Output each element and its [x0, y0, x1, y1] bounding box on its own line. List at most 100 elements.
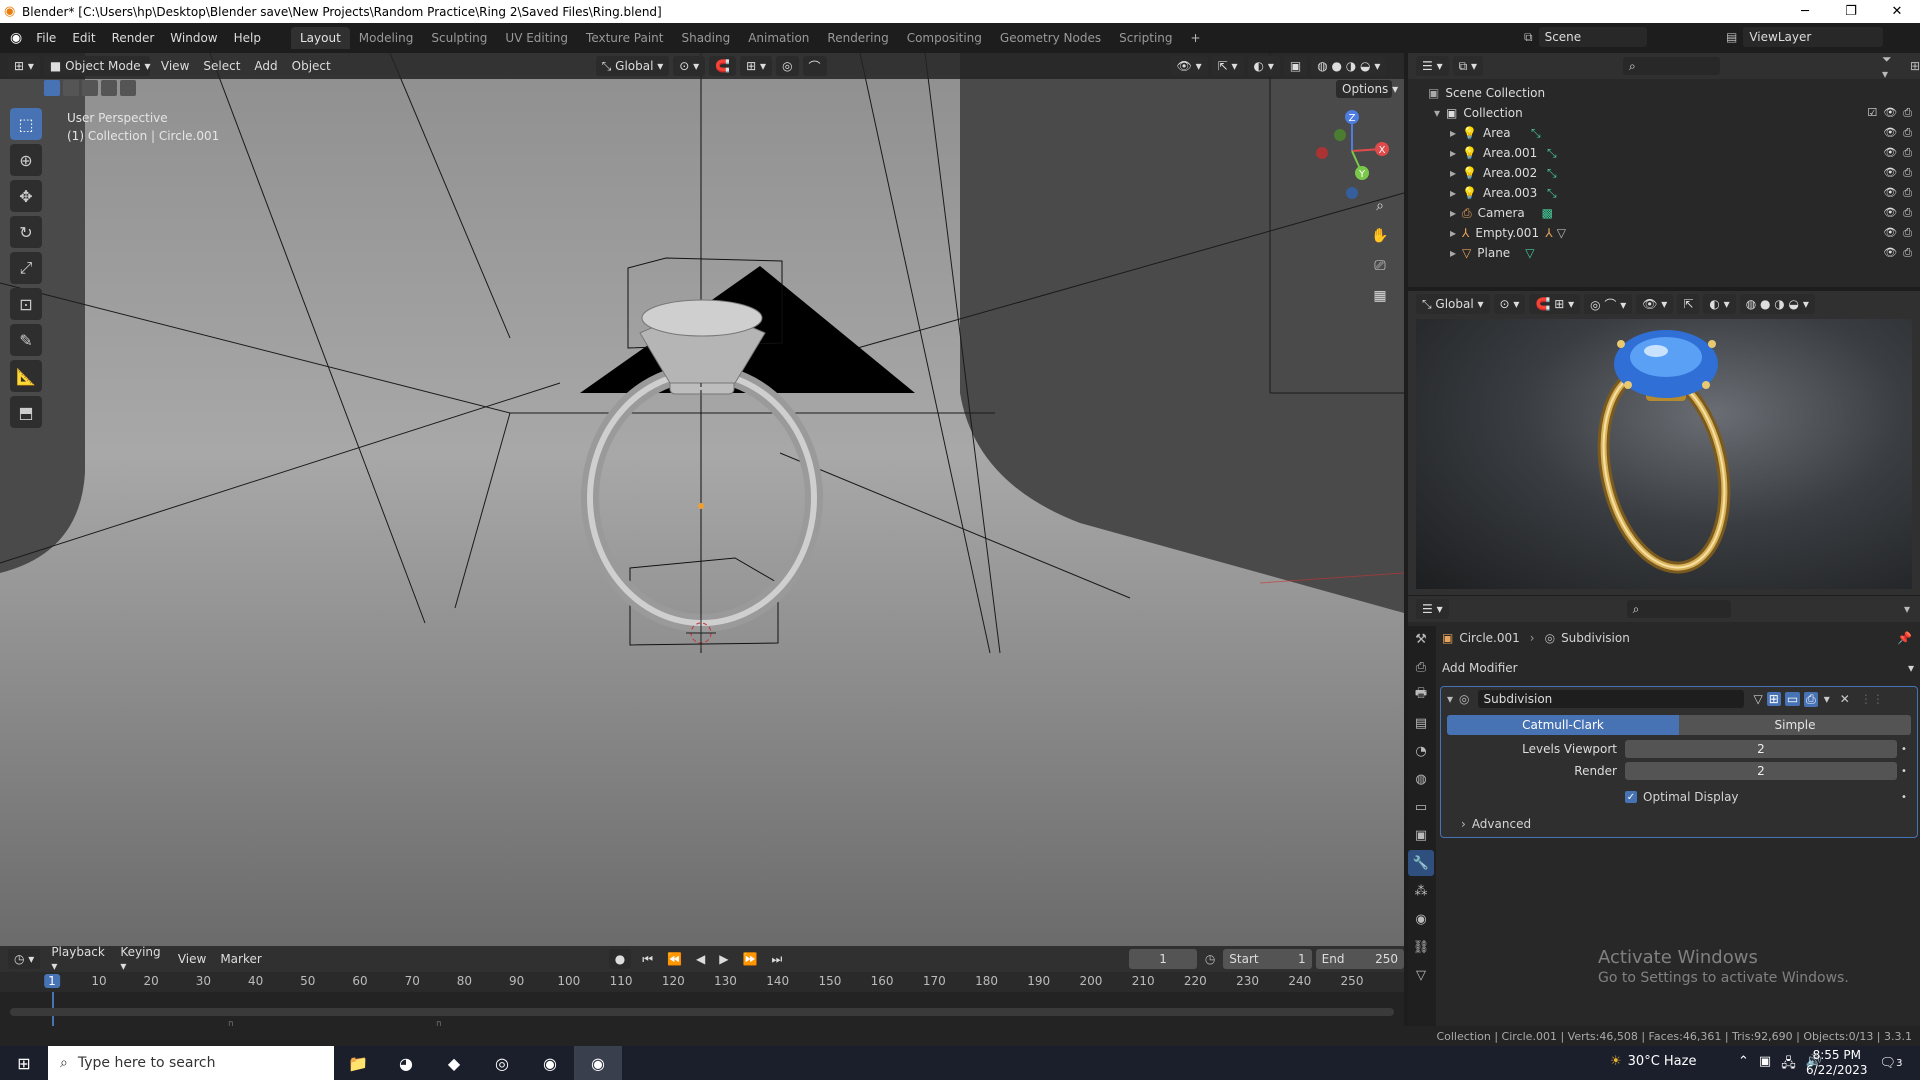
tab-rendering[interactable]: Rendering	[818, 27, 897, 49]
eye-icon[interactable]: 👁	[1883, 166, 1897, 180]
menu-file[interactable]: File	[28, 31, 64, 45]
select-subtract-icon[interactable]	[82, 80, 98, 96]
pivot-point-button[interactable]: ⊙ ▾	[1493, 294, 1526, 314]
levels-viewport-field[interactable]: 2	[1625, 740, 1897, 758]
world-tab-icon[interactable]: ◍	[1408, 766, 1434, 792]
jump-keyframe-forward-icon[interactable]: ⏩	[736, 952, 765, 966]
expand-chevron-icon[interactable]: ▾	[1434, 106, 1440, 120]
camera-icon[interactable]: ⎙	[1903, 206, 1912, 220]
camera-icon[interactable]: ⎙	[1903, 126, 1912, 140]
snap-target-button[interactable]: ⊞ ▾	[740, 56, 773, 76]
keyframe-dot-icon[interactable]: •	[1897, 792, 1911, 803]
keyframe-dot-icon[interactable]: •	[1897, 766, 1911, 777]
start-frame-field[interactable]: Start 1	[1223, 949, 1312, 969]
jump-end-icon[interactable]: ⏭	[764, 952, 789, 967]
blender-menu-icon[interactable]: ◉	[10, 30, 22, 46]
close-button[interactable]: ✕	[1874, 0, 1920, 23]
gizmo-toggle[interactable]: ⇱	[1677, 294, 1700, 314]
tab-modeling[interactable]: Modeling	[350, 27, 423, 49]
move-tool-icon[interactable]: ✥	[10, 180, 42, 212]
modifier-tab-icon[interactable]: 🔧	[1408, 850, 1434, 876]
expand-icon[interactable]: ▸	[1450, 186, 1456, 200]
tab-compositing[interactable]: Compositing	[898, 27, 991, 49]
camera-view-icon[interactable]: ⎚	[1367, 253, 1393, 279]
view-layer-field[interactable]: ViewLayer	[1743, 27, 1884, 47]
app-icon[interactable]: ◆	[430, 1046, 478, 1080]
particles-tab-icon[interactable]: ⁂	[1408, 878, 1434, 904]
timeline-ruler[interactable]: 1 10 20 30 40 50 60 70 80 90 100 110 120 130 140 150 160…	[0, 972, 1404, 1028]
editor-type-button[interactable]: ⊞ ▾	[8, 56, 40, 76]
rendered-ring-image[interactable]	[1416, 319, 1912, 589]
drag-handle-icon[interactable]: ⋮⋮	[1860, 692, 1884, 706]
eye-icon[interactable]: 👁	[1883, 186, 1897, 200]
camera-icon[interactable]: ⎙	[1903, 146, 1912, 160]
properties-editor-type-button[interactable]: ☰ ▾	[1416, 599, 1449, 619]
outliner-editor-type-button[interactable]: ☰ ▾	[1416, 56, 1449, 76]
chrome-icon[interactable]: ◎	[478, 1046, 526, 1080]
constraints-tab-icon[interactable]: ⛓	[1408, 934, 1434, 960]
end-frame-field[interactable]: End 250	[1315, 949, 1405, 969]
cage-toggle-icon[interactable]: ⊞	[1766, 692, 1781, 706]
proportional-edit-toggle[interactable]: ◎	[776, 56, 799, 76]
properties-search-input[interactable]: ⌕	[1626, 600, 1731, 618]
scene-icon[interactable]: ⧉	[1524, 30, 1533, 45]
checkbox-icon[interactable]: ☑	[1867, 106, 1877, 120]
play-icon[interactable]: ▶	[712, 952, 735, 966]
tool-tab-icon[interactable]: ⚒	[1408, 626, 1434, 652]
menu-marker[interactable]: Marker	[213, 952, 268, 966]
windows-start-icon[interactable]: ⊞	[0, 1046, 48, 1080]
cursor-tool-icon[interactable]: ⊕	[10, 144, 42, 176]
camera-icon[interactable]: ⎙	[1903, 246, 1912, 260]
outliner-item-area003[interactable]: ▸ 💡 Area.003 ⤡ 👁 ⎙	[1408, 183, 1920, 203]
render-levels-field[interactable]: 2	[1625, 762, 1897, 780]
snap-toggle[interactable]: 🧲 ⊞ ▾	[1529, 294, 1581, 314]
taskbar-search-box[interactable]: ⌕ Type here to search	[48, 1046, 334, 1080]
select-intersect-icon[interactable]	[120, 80, 136, 96]
edit-mode-toggle-icon[interactable]: ▽	[1754, 692, 1763, 706]
tab-uv-editing[interactable]: UV Editing	[496, 27, 577, 49]
viewport-toggle-icon[interactable]: ▭	[1784, 692, 1801, 706]
new-collection-icon[interactable]: ⊞	[1910, 59, 1920, 73]
jump-keyframe-back-icon[interactable]: ⏪	[660, 952, 689, 966]
expand-icon[interactable]: ▸	[1450, 246, 1456, 260]
stopwatch-icon[interactable]: ◷	[1205, 952, 1215, 966]
timeline-scrollbar[interactable]	[10, 1008, 1394, 1016]
pivot-point-button[interactable]: ⊙ ▾	[673, 56, 706, 76]
menu-object[interactable]: Object	[285, 59, 338, 73]
menu-add[interactable]: Add	[247, 59, 284, 73]
data-tab-icon[interactable]: ▽	[1408, 962, 1434, 988]
transform-tool-icon[interactable]: ⊡	[10, 288, 42, 320]
pin-icon[interactable]: 📌	[1897, 631, 1912, 645]
current-frame-field[interactable]: 1	[1129, 949, 1197, 969]
edge-browser-icon[interactable]: ◕	[382, 1046, 430, 1080]
3d-viewport[interactable]: User Perspective (1) Collection | Circle…	[0, 53, 1404, 946]
overlay-toggle[interactable]: ◐ ▾	[1247, 56, 1280, 76]
menu-help[interactable]: Help	[226, 31, 269, 45]
shading-modes[interactable]: ◍ ● ◑ ◒ ▾	[1739, 294, 1815, 314]
view-layer-tab-icon[interactable]: ▤	[1408, 710, 1434, 736]
menu-edit[interactable]: Edit	[64, 31, 103, 45]
outliner-search-input[interactable]: ⌕	[1623, 57, 1720, 75]
menu-select[interactable]: Select	[196, 59, 247, 73]
overlay-toggle[interactable]: ◐ ▾	[1703, 294, 1736, 314]
camera-icon[interactable]: ⎙	[1903, 186, 1912, 200]
tab-animation[interactable]: Animation	[739, 27, 818, 49]
modifier-name-field[interactable]: Subdivision	[1477, 690, 1744, 708]
transform-orientation-dropdown[interactable]: ⤡ Global ▾	[595, 56, 670, 76]
measure-tool-icon[interactable]: 📐	[10, 360, 42, 392]
weather-widget[interactable]: ☀ 30°C Haze	[1610, 1054, 1696, 1069]
tab-scripting[interactable]: Scripting	[1110, 27, 1181, 49]
annotate-tool-icon[interactable]: ✎	[10, 324, 42, 356]
keyframe-dot-icon[interactable]: •	[1897, 744, 1911, 755]
chrome-profile-icon[interactable]: ◉	[526, 1046, 574, 1080]
menu-window[interactable]: Window	[162, 31, 225, 45]
menu-keying[interactable]: Keying ▾	[113, 945, 171, 973]
modifier-options-chevron-icon[interactable]: ▾	[1824, 692, 1830, 706]
camera-icon[interactable]: ⎙	[1903, 166, 1912, 180]
catmull-clark-button[interactable]: Catmull-Clark	[1447, 715, 1679, 735]
network-icon[interactable]: 🖧	[1781, 1054, 1796, 1076]
camera-icon[interactable]: ⎙	[1903, 226, 1912, 240]
display-mode-button[interactable]: ⧉ ▾	[1452, 56, 1484, 76]
expand-icon[interactable]: ▸	[1450, 166, 1456, 180]
proportional-edit-toggle[interactable]: ◎ ⌒ ▾	[1584, 294, 1633, 314]
